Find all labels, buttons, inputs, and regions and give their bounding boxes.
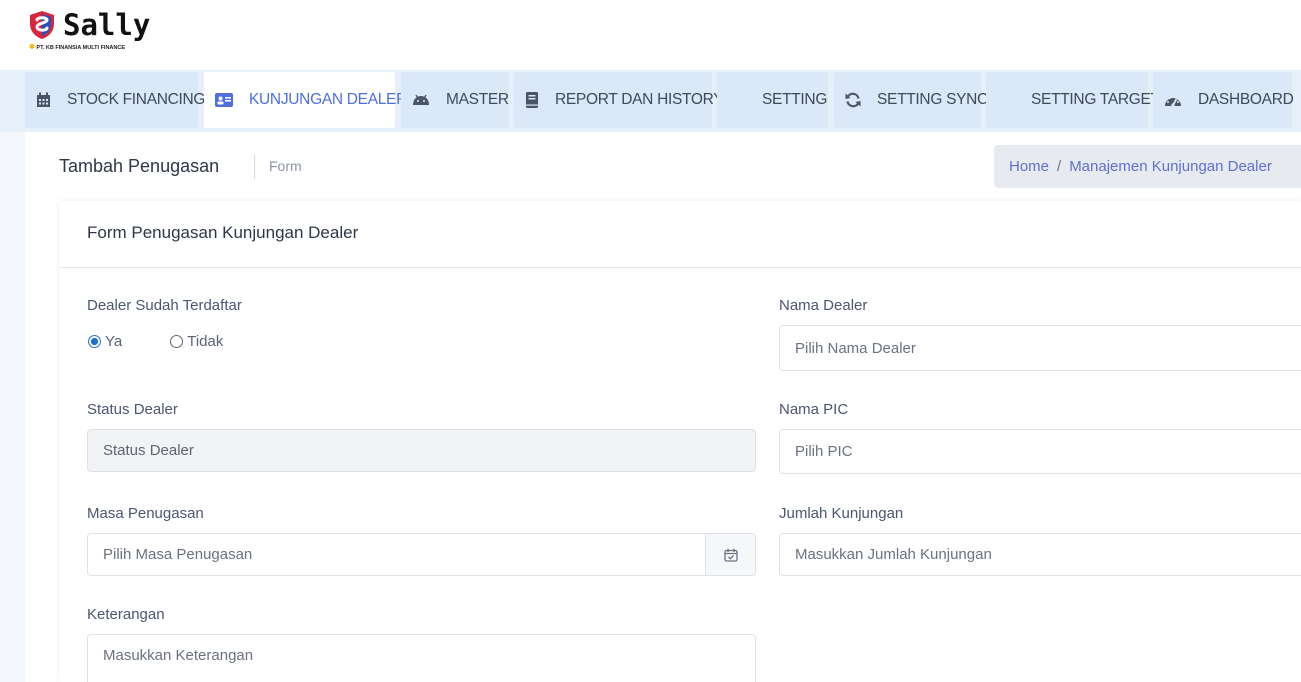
card-divider (59, 267, 1301, 268)
radio-option-ya[interactable]: Ya (88, 333, 122, 350)
nama-pic-select[interactable]: Pilih PIC (779, 429, 1301, 474)
masa-penugasan-placeholder: Pilih Masa Penugasan (103, 546, 253, 563)
nama-pic-label: Nama PIC (779, 401, 849, 418)
masa-penugasan-input[interactable]: Pilih Masa Penugasan (87, 533, 756, 576)
brand-tagline: ✱ PT. KB FINANSIA MULTI FINANCE (29, 44, 126, 51)
id-card-icon (215, 91, 233, 109)
nav-label: REPORT DAN HISTORY (555, 91, 724, 108)
calendar-check-icon[interactable] (705, 534, 755, 575)
breadcrumb-current[interactable]: Manajemen Kunjungan Dealer (1069, 158, 1272, 175)
masa-penugasan-label: Masa Penugasan (87, 505, 204, 522)
nav-setting-target[interactable]: SETTING TARGET (986, 72, 1160, 128)
sally-logo[interactable]: Sally ✱ PT. KB FINANSIA MULTI FINANCE (29, 8, 151, 56)
nav-label: SETTING TARGET (1031, 91, 1160, 108)
page-subtitle: Form (269, 158, 302, 174)
shield-logo-icon (30, 11, 54, 39)
page-title: Tambah Penugasan (59, 156, 220, 176)
status-dealer-field: Status Dealer (87, 429, 756, 472)
breadcrumb-separator: / (1057, 158, 1062, 175)
radio-label-ya: Ya (105, 333, 123, 350)
radio-tidak[interactable] (170, 335, 184, 348)
nav-label: KUNJUNGAN DEALER (249, 91, 407, 108)
nav-kunjungan-dealer[interactable]: KUNJUNGAN DEALER (204, 72, 407, 128)
radio-label-tidak: Tidak (187, 333, 224, 350)
keterangan-label: Keterangan (87, 606, 165, 623)
breadcrumb-home-link[interactable]: Home (1009, 158, 1049, 175)
jumlah-kunjungan-input[interactable]: Masukkan Jumlah Kunjungan (779, 533, 1301, 576)
status-dealer-label: Status Dealer (87, 401, 178, 418)
nav-setting-sync[interactable]: SETTING SYNC (834, 72, 988, 128)
nav-label: SETTING (762, 91, 828, 108)
tachometer-icon (1164, 91, 1182, 109)
nama-dealer-placeholder: Pilih Nama Dealer (795, 339, 916, 357)
sync-icon (845, 91, 861, 109)
nav-label: SETTING SYNC (877, 91, 988, 108)
top-header: Sally ✱ PT. KB FINANSIA MULTI FINANCE (0, 0, 1301, 70)
dealer-terdaftar-label: Dealer Sudah Terdaftar (87, 297, 242, 314)
nav-report-dan-history[interactable]: REPORT DAN HISTORY (514, 72, 724, 128)
android-icon (412, 91, 430, 109)
status-dealer-placeholder: Status Dealer (103, 442, 194, 459)
calendar-icon (36, 91, 51, 109)
nama-dealer-select[interactable]: Pilih Nama Dealer (779, 325, 1301, 371)
radio-ya[interactable] (88, 335, 101, 348)
brand-name: Sally (63, 8, 151, 42)
title-divider (254, 155, 255, 179)
breadcrumb: Home / Manajemen Kunjungan Dealer (994, 145, 1301, 188)
nav-label: DASHBOARD (1198, 91, 1294, 108)
book-icon (525, 91, 539, 109)
nav-label: STOCK FINANCING (67, 91, 206, 108)
dealer-terdaftar-radio-group: Ya Tidak (88, 333, 223, 350)
nama-dealer-label: Nama Dealer (779, 297, 868, 314)
nav-stock-financing[interactable]: STOCK FINANCING (25, 72, 205, 128)
star-icon: ✱ (29, 44, 35, 51)
jumlah-kunjungan-label: Jumlah Kunjungan (779, 505, 904, 522)
nav-setting[interactable]: SETTING (717, 72, 828, 128)
keterangan-textarea[interactable]: Masukkan Keterangan (87, 634, 756, 682)
nama-pic-placeholder: Pilih PIC (795, 443, 853, 460)
nav-dashboard[interactable]: DASHBOARD (1153, 72, 1294, 128)
nav-label: MASTER (446, 91, 509, 108)
radio-option-tidak[interactable]: Tidak (170, 333, 223, 350)
keterangan-placeholder: Masukkan Keterangan (103, 647, 254, 664)
main-navbar: STOCK FINANCING KUNJUNGAN DEALER MASTER … (0, 70, 1301, 132)
nav-master[interactable]: MASTER (401, 72, 509, 128)
form-title: Form Penugasan Kunjungan Dealer (87, 223, 359, 242)
jumlah-kunjungan-placeholder: Masukkan Jumlah Kunjungan (795, 546, 992, 563)
